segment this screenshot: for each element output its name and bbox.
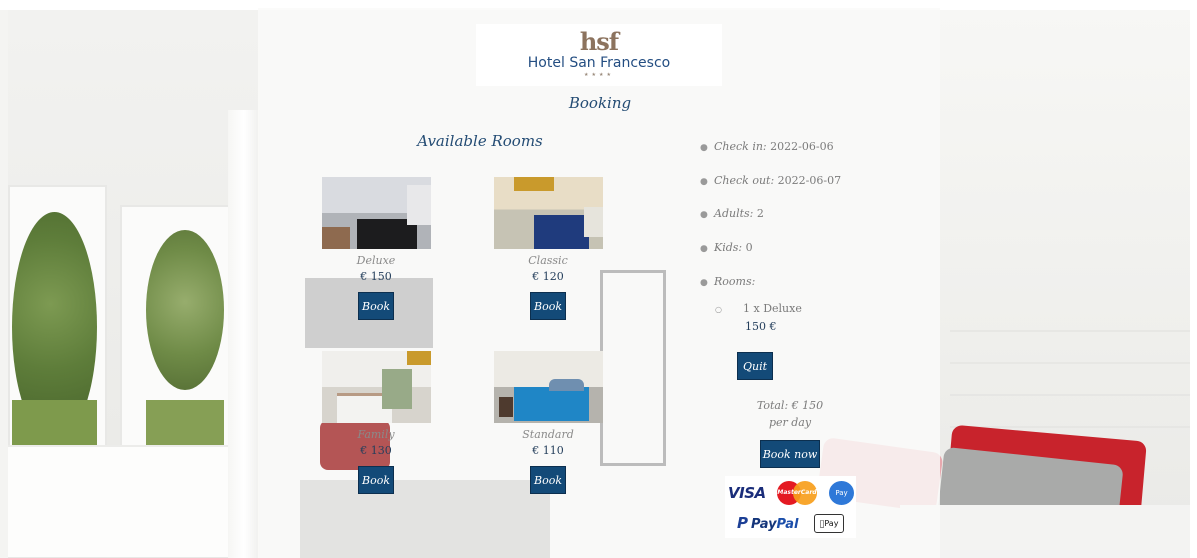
circle-bullet-icon: ○ bbox=[715, 305, 722, 314]
room-name: Standard bbox=[522, 428, 574, 441]
adults-value: 2 bbox=[756, 207, 764, 220]
apple-pay-icon: Pay bbox=[814, 514, 844, 533]
adults-item: ● Adults: 2 bbox=[700, 207, 764, 220]
room-price: € 130 bbox=[360, 444, 392, 457]
available-rooms-title: Available Rooms bbox=[417, 132, 543, 150]
bullet-icon: ● bbox=[700, 143, 708, 153]
check-in-value: 2022-06-06 bbox=[770, 140, 834, 153]
check-out-item: ● Check out: 2022-06-07 bbox=[700, 174, 841, 187]
logo-stars: ★★★★ bbox=[584, 72, 614, 78]
total-per-day: per day bbox=[768, 416, 812, 429]
room-card-deluxe: Deluxe € 150 Book bbox=[316, 177, 436, 320]
selected-room: 1 x Deluxe bbox=[743, 302, 802, 315]
quit-button[interactable]: Quit bbox=[737, 352, 773, 380]
bullet-icon: ● bbox=[700, 210, 708, 220]
room-photo-standard[interactable] bbox=[493, 351, 603, 423]
apple-pay-text: Pay bbox=[821, 519, 838, 528]
book-classic-button[interactable]: Book bbox=[530, 292, 566, 320]
room-name: Classic bbox=[528, 254, 568, 267]
ghost-door bbox=[600, 270, 666, 466]
check-in-label: Check in: bbox=[714, 140, 767, 153]
book-family-button[interactable]: Book bbox=[358, 466, 394, 494]
bullet-icon: ● bbox=[700, 177, 708, 187]
check-out-value: 2022-06-07 bbox=[777, 174, 842, 187]
kids-item: ● Kids: 0 bbox=[700, 241, 753, 254]
paypal-pay: Pay bbox=[751, 517, 777, 532]
kids-value: 0 bbox=[745, 241, 753, 254]
rooms-item: ● Rooms: bbox=[700, 275, 755, 288]
mastercard-text: MasterCard bbox=[777, 489, 817, 496]
room-price: € 150 bbox=[360, 270, 392, 283]
bullet-icon: ● bbox=[700, 244, 708, 254]
selected-room-price: 150 € bbox=[745, 320, 777, 333]
room-price: € 120 bbox=[532, 270, 564, 283]
google-pay-icon: Pay bbox=[829, 481, 854, 505]
check-in-item: ● Check in: 2022-06-06 bbox=[700, 140, 834, 153]
room-photo-deluxe[interactable] bbox=[321, 177, 431, 249]
total-line: Total: € 150 bbox=[756, 399, 824, 412]
adults-label: Adults: bbox=[714, 207, 754, 220]
visa-logo: VISA bbox=[728, 484, 766, 502]
page-title: Booking bbox=[568, 94, 632, 112]
kids-label: Kids: bbox=[714, 241, 743, 254]
book-now-button[interactable]: Book now bbox=[760, 440, 820, 468]
room-name: Deluxe bbox=[356, 254, 396, 267]
check-out-label: Check out: bbox=[714, 174, 775, 187]
book-deluxe-button[interactable]: Book bbox=[358, 292, 394, 320]
room-price: € 110 bbox=[532, 444, 564, 457]
room-name: Family bbox=[357, 428, 395, 441]
selected-room-item: ○ 1 x Deluxe bbox=[715, 302, 802, 315]
room-card-standard: Standard € 110 Book bbox=[488, 351, 608, 494]
room-photo-family[interactable] bbox=[321, 351, 431, 423]
bullet-icon: ● bbox=[700, 278, 708, 288]
paypal-pal: Pal bbox=[776, 517, 799, 532]
room-card-family: Family € 130 Book bbox=[316, 351, 436, 494]
room-card-classic: Classic € 120 Book bbox=[488, 177, 608, 320]
logo-hotel-name: Hotel San Francesco bbox=[527, 55, 671, 71]
hotel-logo[interactable]: hsf Hotel San Francesco ★★★★ bbox=[476, 24, 722, 86]
total-price: Total: € 150 per day bbox=[740, 397, 840, 431]
rooms-label: Rooms: bbox=[714, 275, 756, 288]
book-standard-button[interactable]: Book bbox=[530, 466, 566, 494]
payment-methods: VISA MasterCard Pay PPayPal Pay bbox=[725, 476, 856, 538]
mastercard-logo: MasterCard bbox=[777, 481, 817, 505]
room-photo-classic[interactable] bbox=[493, 177, 603, 249]
logo-mark: hsf bbox=[579, 27, 619, 56]
paypal-logo: P PayPal bbox=[737, 514, 798, 532]
paypal-icon: P bbox=[737, 514, 748, 532]
